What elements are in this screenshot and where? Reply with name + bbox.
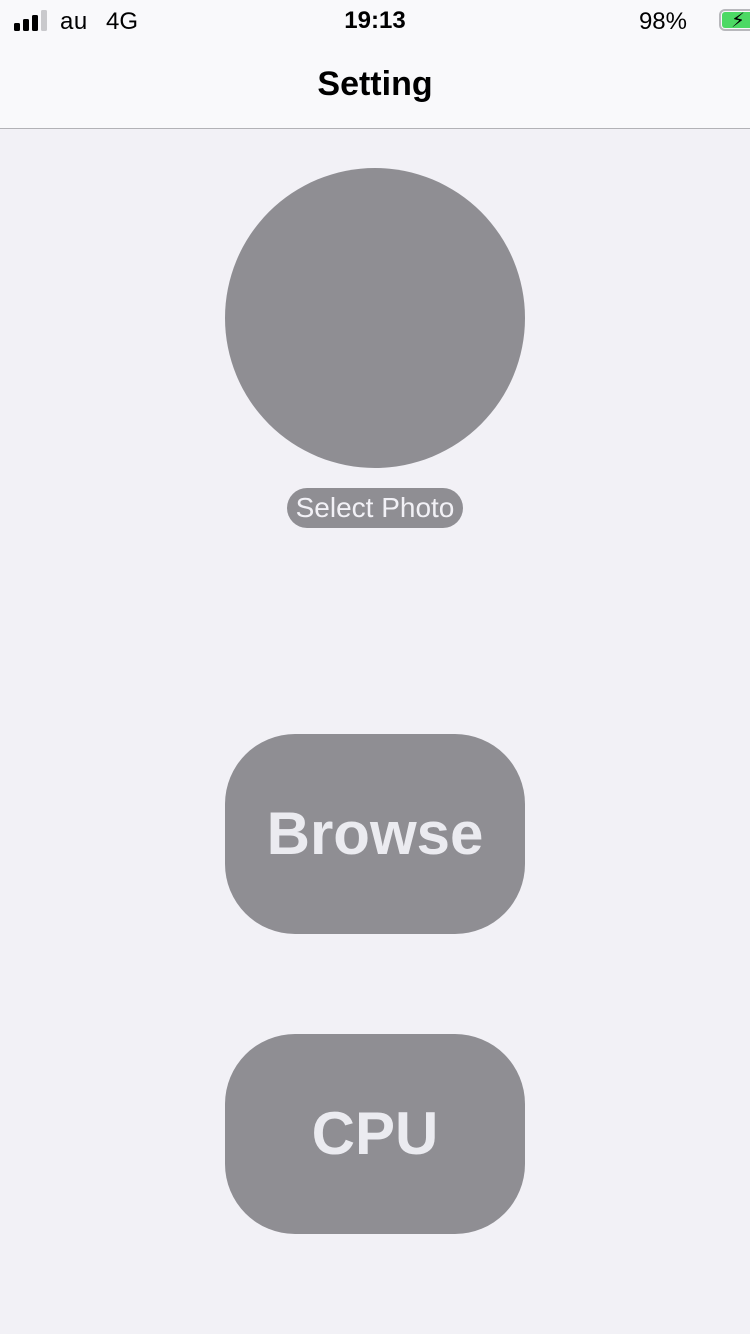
status-bar: au 4G 19:13 98% ⚡ (0, 0, 750, 40)
select-photo-button[interactable]: Select Photo (287, 488, 463, 528)
profile-photo-placeholder[interactable] (225, 168, 525, 468)
page-title: Setting (317, 65, 433, 103)
charging-bolt-icon: ⚡ (731, 10, 746, 32)
navigation-bar: Setting (0, 40, 750, 129)
battery-percentage: 98% (638, 8, 687, 35)
settings-screen: au 4G 19:13 98% ⚡ Setting Select Photo B… (0, 0, 750, 1334)
browse-button[interactable]: Browse (225, 734, 525, 934)
battery-charging-icon: ⚡ (719, 9, 750, 32)
status-time: 19:13 (344, 7, 406, 34)
cpu-button[interactable]: CPU (225, 1034, 525, 1234)
